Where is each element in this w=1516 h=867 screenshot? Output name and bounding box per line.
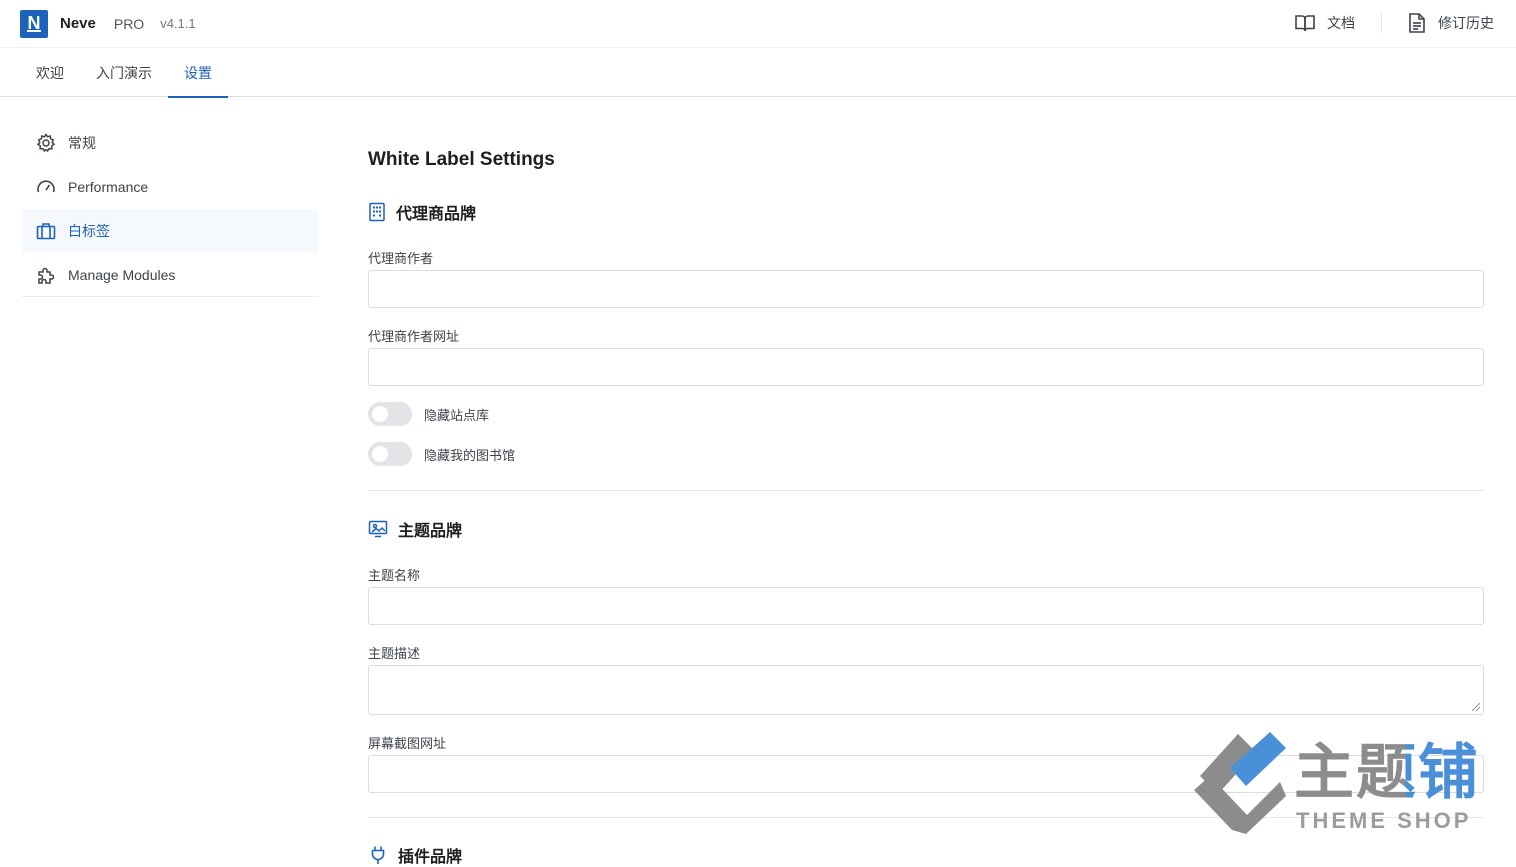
sidebar-item-label: Performance bbox=[68, 179, 149, 195]
changelog-link[interactable]: 修订历史 bbox=[1408, 13, 1494, 33]
hide-sites-library-row: 隐藏站点库 bbox=[368, 402, 489, 426]
docs-label: 文档 bbox=[1327, 15, 1355, 31]
page-title: White Label Settings bbox=[368, 149, 555, 170]
plugin-branding-heading: 插件品牌 bbox=[368, 843, 462, 867]
tab-welcome[interactable]: 欢迎 bbox=[20, 48, 80, 97]
watermark-logo-icon bbox=[1194, 732, 1286, 834]
top-header: N Neve PRO v4.1.1 文档 修订历史 bbox=[0, 0, 1516, 48]
settings-sidebar: 常规 Performance 白标签 Manage Modules bbox=[22, 121, 318, 297]
sidebar-item-label: Manage Modules bbox=[68, 266, 176, 283]
watermark-subtext: THEME SHOP bbox=[1296, 808, 1472, 833]
watermark: 主题铺 THEME SHOP bbox=[1186, 724, 1496, 836]
toggle-label: 隐藏站点库 bbox=[424, 407, 490, 423]
sidebar-item-manage-modules[interactable]: Manage Modules bbox=[22, 253, 318, 297]
section-divider bbox=[368, 490, 1484, 491]
sidebar-item-white-label[interactable]: 白标签 bbox=[22, 209, 318, 253]
toggle-label: 隐藏我的图书馆 bbox=[424, 447, 516, 463]
section-title: 代理商品牌 bbox=[396, 206, 477, 223]
hide-my-library-toggle[interactable] bbox=[368, 442, 412, 466]
header-divider bbox=[1381, 13, 1382, 33]
hide-sites-library-toggle[interactable] bbox=[368, 402, 412, 426]
theme-description-textarea[interactable] bbox=[368, 665, 1484, 715]
theme-name-label: 主题名称 bbox=[368, 568, 421, 583]
brand-version: v4.1.1 bbox=[160, 16, 196, 31]
sidebar-item-label: 白标签 bbox=[68, 223, 110, 239]
screenshot-url-label: 屏幕截图网址 bbox=[368, 736, 447, 751]
gauge-icon bbox=[37, 180, 55, 193]
briefcase-icon bbox=[36, 223, 56, 240]
agency-branding-heading: 代理商品牌 bbox=[368, 200, 476, 224]
agency-author-url-label: 代理商作者网址 bbox=[368, 329, 460, 344]
sidebar-item-performance[interactable]: Performance bbox=[22, 165, 318, 209]
book-icon bbox=[1295, 15, 1315, 32]
agency-author-input[interactable] bbox=[368, 270, 1484, 308]
brand-tier: PRO bbox=[113, 15, 145, 32]
docs-link[interactable]: 文档 bbox=[1295, 13, 1355, 33]
theme-branding-heading: 主题品牌 bbox=[368, 517, 462, 541]
main-tabs: 欢迎 入门演示 设置 bbox=[0, 48, 1516, 98]
building-icon bbox=[369, 202, 385, 222]
brand-name: Neve bbox=[60, 15, 96, 32]
puzzle-icon bbox=[38, 267, 55, 284]
hide-my-library-row: 隐藏我的图书馆 bbox=[368, 442, 515, 466]
document-icon bbox=[1409, 13, 1425, 33]
tab-starter-sites[interactable]: 入门演示 bbox=[80, 48, 168, 97]
watermark-text: 主题铺 bbox=[1294, 738, 1480, 808]
agency-author-url-input[interactable] bbox=[368, 348, 1484, 386]
monitor-icon bbox=[368, 520, 388, 538]
section-title: 主题品牌 bbox=[398, 523, 463, 540]
agency-author-label: 代理商作者 bbox=[368, 251, 434, 266]
sidebar-item-label: 常规 bbox=[68, 135, 96, 151]
section-title: 插件品牌 bbox=[398, 849, 463, 866]
changelog-label: 修订历史 bbox=[1438, 15, 1494, 31]
tab-settings[interactable]: 设置 bbox=[168, 48, 228, 98]
sidebar-item-general[interactable]: 常规 bbox=[22, 121, 318, 165]
theme-description-label: 主题描述 bbox=[368, 646, 421, 661]
neve-logo-icon[interactable]: N bbox=[20, 9, 48, 38]
theme-name-input[interactable] bbox=[368, 587, 1484, 625]
plug-icon bbox=[371, 846, 385, 864]
gear-icon bbox=[36, 133, 56, 153]
header-actions: 文档 修订历史 bbox=[1295, 0, 1494, 46]
